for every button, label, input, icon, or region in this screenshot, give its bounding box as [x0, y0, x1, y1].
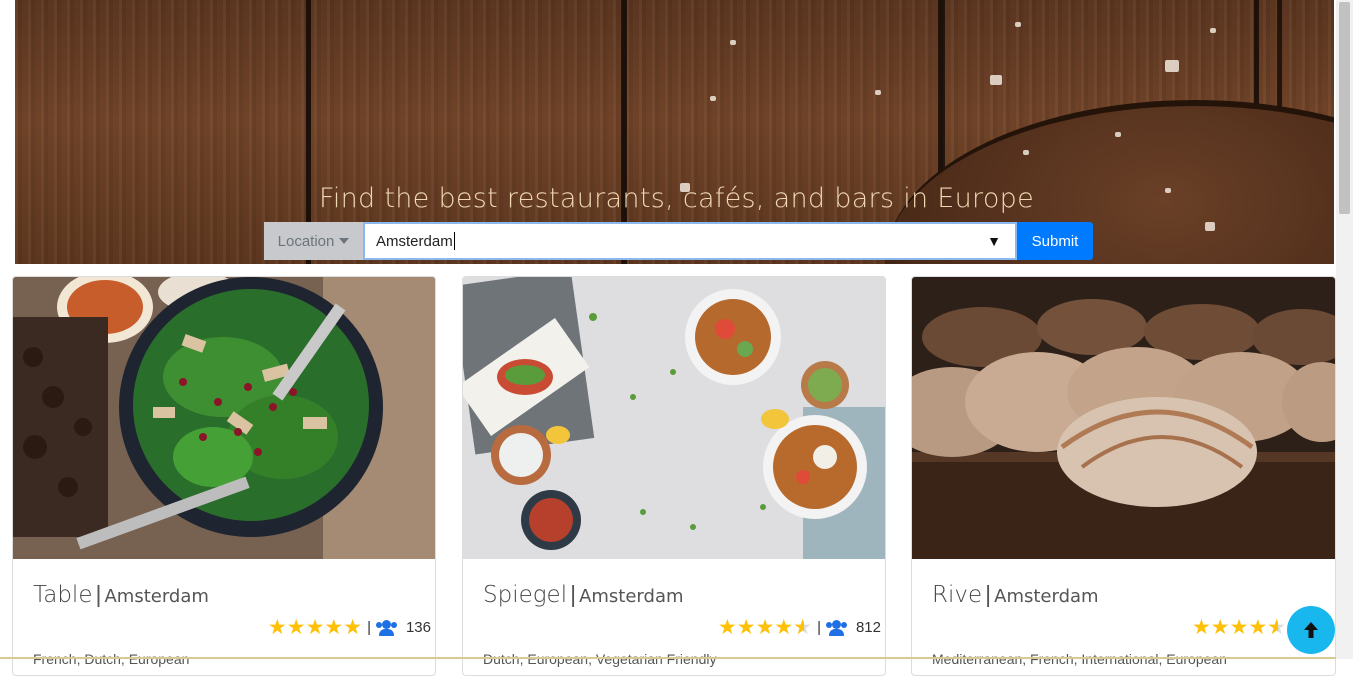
review-count: 812 [855, 619, 881, 636]
restaurant-name[interactable]: Table [33, 582, 92, 608]
cuisine-list: Mediterranean, French, International, Eu… [932, 651, 1227, 667]
restaurant-photo[interactable] [13, 277, 435, 559]
star-icon: ★ [343, 616, 363, 639]
location-label: Location [277, 232, 335, 250]
star-rating: ★ ★ ★ ★ ★ [718, 617, 812, 638]
review-count: 136 [405, 619, 431, 636]
restaurant-photo[interactable] [912, 277, 1335, 559]
star-icon: ★ [774, 616, 794, 639]
star-rating: ★ ★ ★ ★ ★ [268, 617, 362, 638]
cuisine-list: Dutch, European, Vegetarian Friendly [483, 651, 717, 667]
rating-row: ★ ★ ★ ★ ★ | 136 [267, 616, 431, 639]
back-to-top-button[interactable] [1287, 606, 1335, 654]
rating-row: ★★★★★ | 812 [718, 617, 881, 638]
location-value: Amsterdam [376, 232, 453, 250]
star-icon: ★ [1248, 616, 1268, 639]
star-half-icon: ★ [793, 617, 812, 638]
restaurant-card[interactable]: Table | Amsterdam ★ ★ ★ ★ ★ | 136 French, Dutc… [12, 276, 436, 676]
cuisine-list: French, Dutch, European [33, 651, 190, 667]
users-icon [375, 619, 398, 636]
restaurant-name[interactable]: Spiegel [483, 582, 567, 608]
restaurant-photo[interactable] [463, 277, 885, 559]
submit-button[interactable]: Submit [1017, 222, 1093, 260]
restaurant-card[interactable]: Spiegel|Amsterdam ★★★★★ | 812 Dutch, Eur… [462, 276, 886, 676]
star-rating: ★ ★ ★ ★ ★ [1192, 617, 1286, 638]
star-icon: ★ [286, 616, 306, 639]
restaurant-name[interactable]: Rive [932, 582, 982, 608]
hero-title: Find the best restaurants, cafés, and ba… [318, 183, 1035, 214]
star-icon: ★ [755, 616, 775, 639]
star-icon: ★ [324, 616, 344, 639]
star-icon: ★ [1210, 616, 1230, 639]
restaurant-title[interactable]: Rive | Amsterdam [932, 581, 1099, 608]
restaurant-title[interactable]: Table | Amsterdam [33, 581, 209, 608]
location-dropdown-button[interactable]: Location [264, 222, 363, 260]
location-select-input[interactable]: Amsterdam ▼ [363, 222, 1017, 260]
users-icon [825, 619, 848, 636]
text-cursor [453, 232, 455, 250]
location-search-bar: Location Amsterdam ▼ Submit [264, 222, 1093, 260]
star-icon: ★ [717, 616, 737, 639]
scrollbar-track[interactable] [1336, 0, 1353, 659]
restaurant-title[interactable]: Spiegel | Amsterdam [483, 581, 684, 608]
restaurant-city: Amsterdam [579, 586, 684, 607]
star-icon: ★ [305, 616, 325, 639]
star-icon: ★ [267, 616, 287, 639]
caret-down-icon [339, 238, 350, 244]
star-icon: ★ [736, 616, 756, 639]
star-half-icon: ★ [1267, 617, 1286, 638]
star-icon: ★ [1191, 616, 1211, 639]
dropdown-arrow-icon[interactable]: ▼ [987, 233, 1001, 249]
restaurant-card[interactable]: Rive|Amsterdam ★★★★★ | Mediterranean, Fr… [911, 276, 1336, 676]
arrow-up-icon [1304, 622, 1318, 638]
restaurant-city: Amsterdam [994, 586, 1099, 607]
restaurant-city: Amsterdam [104, 586, 209, 607]
star-icon: ★ [1229, 616, 1249, 639]
